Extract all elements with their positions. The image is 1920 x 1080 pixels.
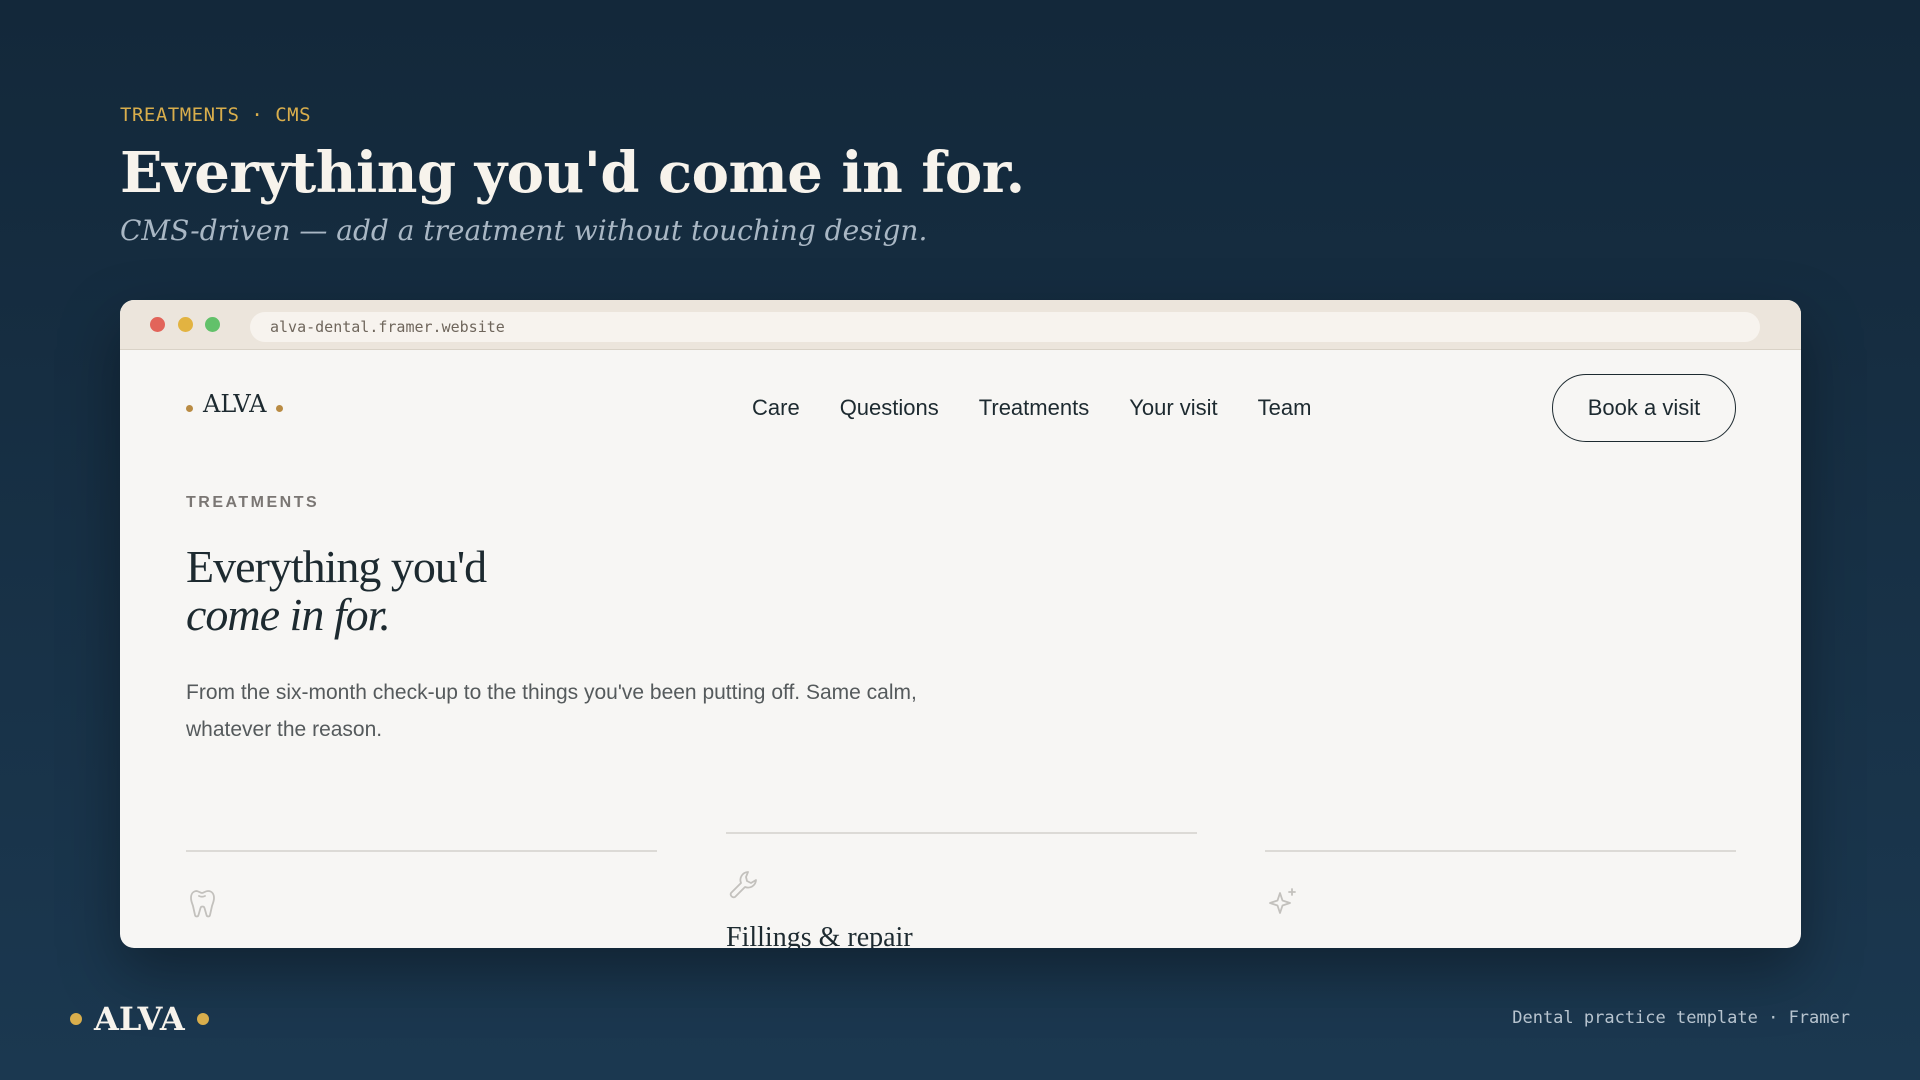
tooth-icon bbox=[186, 885, 222, 921]
treatment-card[interactable] bbox=[186, 850, 657, 918]
nav-item-your-visit[interactable]: Your visit bbox=[1129, 395, 1217, 421]
footer-note: Dental practice template · Framer bbox=[1512, 1008, 1850, 1028]
logo-dot-left bbox=[186, 404, 193, 412]
minimize-window-button[interactable] bbox=[178, 317, 193, 332]
treatment-card[interactable] bbox=[1265, 850, 1736, 914]
card-divider bbox=[186, 850, 657, 852]
logo-dot-right bbox=[276, 404, 284, 412]
maximize-window-button[interactable] bbox=[205, 317, 220, 332]
section-heading-line1: Everything you'd bbox=[186, 541, 487, 592]
nav-item-team[interactable]: Team bbox=[1258, 395, 1312, 421]
card-divider bbox=[726, 832, 1197, 834]
slide-title: Everything you'd come in for. bbox=[120, 140, 1025, 206]
website-page: ALVA Care Questions Treatments Your visi… bbox=[120, 350, 1801, 948]
section-kicker: TREATMENTS bbox=[186, 494, 320, 511]
nav-item-care[interactable]: Care bbox=[752, 395, 800, 421]
nav-item-treatments[interactable]: Treatments bbox=[979, 395, 1089, 421]
section-heading-line2: come in for. bbox=[186, 589, 391, 640]
main-nav: Care Questions Treatments Your visit Tea… bbox=[752, 395, 1311, 421]
footer-logo-text: ALVA bbox=[94, 1000, 185, 1038]
site-logo[interactable]: ALVA bbox=[186, 390, 284, 418]
card-divider bbox=[1265, 850, 1736, 852]
url-bar[interactable]: alva-dental.framer.website bbox=[250, 312, 1760, 342]
card-title: Fillings & repair bbox=[726, 922, 913, 948]
sparkle-icon bbox=[1265, 885, 1301, 921]
book-a-visit-button[interactable]: Book a visit bbox=[1552, 374, 1736, 442]
slide-eyebrow: TREATMENTS · CMS bbox=[120, 104, 312, 126]
browser-window: alva-dental.framer.website ALVA Care Que… bbox=[120, 300, 1801, 948]
close-window-button[interactable] bbox=[150, 317, 165, 332]
footer-logo: ALVA bbox=[70, 1000, 209, 1038]
footer-logo-dot-right bbox=[196, 1013, 209, 1025]
footer-logo-dot-left bbox=[70, 1013, 82, 1025]
slide-subtitle: CMS-driven — add a treatment without tou… bbox=[120, 214, 928, 247]
wrench-icon bbox=[726, 867, 762, 903]
section-lead: From the six-month check-up to the thing… bbox=[186, 681, 917, 741]
browser-chrome: alva-dental.framer.website bbox=[120, 300, 1801, 350]
site-logo-text: ALVA bbox=[203, 390, 267, 418]
nav-item-questions[interactable]: Questions bbox=[840, 395, 939, 421]
treatment-card[interactable]: Fillings & repair bbox=[726, 832, 1197, 948]
